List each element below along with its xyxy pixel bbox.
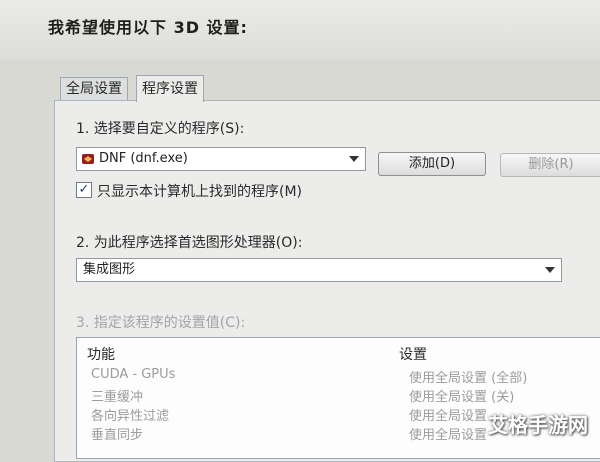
tab-global-settings[interactable]: 全局设置: [60, 77, 128, 100]
tab-program-settings[interactable]: 程序设置: [136, 75, 204, 102]
gpu-select-value: 集成图形: [83, 262, 136, 277]
step3-label: 3. 指定该程序的设置值(C):: [76, 315, 246, 331]
program-select[interactable]: DNF (dnf.exe): [76, 147, 366, 171]
step1-label: 1. 选择要自定义的程序(S):: [76, 121, 245, 137]
table-row-setting[interactable]: 使用全局设置: [409, 424, 487, 443]
show-local-programs-label: 只显示本计算机上找到的程序(M): [97, 184, 303, 200]
remove-program-button[interactable]: 删除(R): [500, 153, 600, 177]
table-row-feature[interactable]: CUDA - GPUs: [91, 367, 175, 382]
step2-label: 2. 为此程序选择首选图形处理器(O):: [76, 235, 303, 251]
table-row-setting[interactable]: 使用全局设置 (关): [409, 386, 514, 405]
add-program-button[interactable]: 添加(D): [378, 152, 486, 176]
watermark: 艾格手游网: [488, 413, 588, 437]
show-local-programs-checkbox[interactable]: ✓: [76, 182, 92, 198]
gpu-select[interactable]: 集成图形: [76, 258, 562, 282]
column-header-setting: 设置: [399, 347, 427, 363]
program-select-value: DNF (dnf.exe): [99, 151, 188, 166]
column-header-feature: 功能: [87, 347, 115, 363]
table-row-feature[interactable]: 各向异性过滤: [91, 405, 169, 424]
chevron-down-icon[interactable]: [545, 267, 555, 273]
table-row-feature[interactable]: 垂直同步: [91, 424, 143, 443]
table-row-setting[interactable]: 使用全局设置 (全部): [409, 367, 527, 386]
dnf-app-icon: [82, 154, 94, 164]
settings-table: 功能 设置 CUDA - GPUs 使用全局设置 (全部) 三重缓冲 使用全局设…: [76, 337, 600, 459]
chevron-down-icon[interactable]: [349, 156, 359, 162]
page-title: 我希望使用以下 3D 设置:: [48, 18, 248, 37]
header-bar: 我希望使用以下 3D 设置:: [0, 0, 600, 60]
table-row-setting[interactable]: 使用全局设置: [409, 405, 487, 424]
table-row-feature[interactable]: 三重缓冲: [91, 386, 143, 405]
